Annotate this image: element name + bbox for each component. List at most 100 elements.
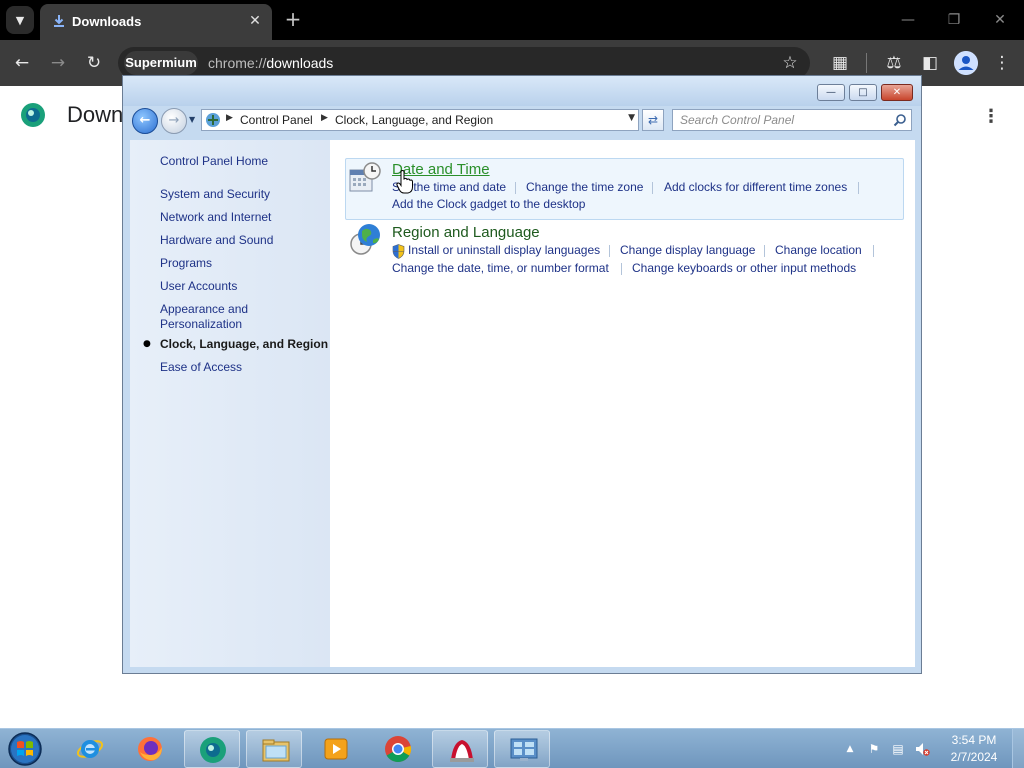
task-separator xyxy=(652,182,653,194)
cp-minimize-button[interactable]: — xyxy=(817,84,845,101)
current-item-bullet-icon: ● xyxy=(143,339,151,349)
breadcrumb-arrow-icon[interactable]: ▶ xyxy=(321,113,328,123)
address-dropdown-icon[interactable]: ▼ xyxy=(628,113,635,123)
action-center-flag-icon[interactable]: ⚑ xyxy=(866,741,882,757)
tray-expand-icon[interactable]: ▲ xyxy=(842,741,858,757)
control-panel-window: — □ ✕ ← → ▼ ▶ Control Panel ▶ Clock, Lan… xyxy=(122,75,922,674)
file-explorer-icon xyxy=(262,739,290,762)
sidebar-item-programs[interactable]: Programs xyxy=(160,256,212,271)
taskbar-chrome[interactable] xyxy=(370,730,426,768)
hand-cursor-icon xyxy=(396,170,413,194)
breadcrumb-control-panel[interactable]: Control Panel xyxy=(240,113,313,127)
reload-icon[interactable]: ↻ xyxy=(82,51,106,75)
labs-flask-icon[interactable]: ⚖ xyxy=(882,51,906,75)
calendar-clock-icon xyxy=(349,162,381,192)
taskbar-adobe-reader[interactable] xyxy=(432,730,488,768)
region-language-title-link[interactable]: Region and Language xyxy=(392,224,540,241)
sidebar-control-panel-home[interactable]: Control Panel Home xyxy=(160,154,268,169)
taskbar-file-explorer[interactable] xyxy=(246,730,302,768)
bookmark-star-icon[interactable]: ☆ xyxy=(778,51,802,75)
cp-navigation-bar: ← → ▼ ▶ Control Panel ▶ Clock, Language,… xyxy=(123,106,921,136)
taskbar-firefox[interactable] xyxy=(122,730,178,768)
url-scheme: chrome:// xyxy=(208,55,267,71)
cp-back-button[interactable]: ← xyxy=(132,108,158,134)
downloads-menu-icon[interactable]: ⋮ xyxy=(982,106,1000,127)
globe-clock-icon xyxy=(350,224,380,255)
breadcrumb-clock-language-region[interactable]: Clock, Language, and Region xyxy=(335,113,493,127)
profile-avatar-icon[interactable] xyxy=(954,51,978,75)
cp-forward-button[interactable]: → xyxy=(161,108,187,134)
task-separator xyxy=(609,245,610,257)
cp-refresh-button[interactable]: ⇄ xyxy=(642,109,664,131)
browser-tabstrip: ▼ Downloads ✕ + — ❐ ✕ xyxy=(0,0,1024,40)
task-add-clock-gadget[interactable]: Add the Clock gadget to the desktop xyxy=(392,197,585,211)
task-separator xyxy=(764,245,765,257)
cp-close-button[interactable]: ✕ xyxy=(881,84,913,101)
sidebar-item-network-internet[interactable]: Network and Internet xyxy=(160,210,271,225)
sidebar-item-user-accounts[interactable]: User Accounts xyxy=(160,279,237,294)
task-change-location[interactable]: Change location xyxy=(775,243,862,257)
control-panel-icon xyxy=(206,113,220,127)
tab-title: Downloads xyxy=(72,14,142,29)
sidebar-item-hardware-sound[interactable]: Hardware and Sound xyxy=(160,233,273,248)
taskbar-media-player[interactable] xyxy=(308,730,364,768)
taskbar-supermium[interactable] xyxy=(184,730,240,768)
taskbar-control-panel[interactable] xyxy=(494,730,550,768)
cp-search-input[interactable]: Search Control Panel xyxy=(672,109,912,131)
recent-pages-dropdown[interactable]: ▼ xyxy=(189,115,199,127)
tab-downloads[interactable]: Downloads ✕ xyxy=(40,4,272,40)
url-path: downloads xyxy=(266,55,334,71)
new-tab-button[interactable]: + xyxy=(282,8,304,30)
control-panel-icon xyxy=(510,738,538,761)
uac-shield-icon xyxy=(392,244,405,259)
task-separator xyxy=(621,263,622,275)
network-icon[interactable]: ▤ xyxy=(890,741,906,757)
sidebar-item-ease-of-access[interactable]: Ease of Access xyxy=(160,360,242,375)
toolbar-separator xyxy=(866,53,867,73)
start-orb-icon[interactable] xyxy=(6,731,44,767)
search-placeholder: Search Control Panel xyxy=(680,113,795,127)
forward-icon[interactable]: → xyxy=(46,51,70,75)
task-add-clocks[interactable]: Add clocks for different time zones xyxy=(664,180,847,194)
close-window-icon[interactable]: ✕ xyxy=(988,8,1012,32)
cp-address-bar[interactable]: ▶ Control Panel ▶ Clock, Language, and R… xyxy=(201,109,639,131)
side-panel-icon[interactable]: ◧ xyxy=(918,51,942,75)
breadcrumb-arrow-icon[interactable]: ▶ xyxy=(226,113,233,123)
download-icon xyxy=(54,15,64,27)
media-player-icon xyxy=(324,738,348,760)
supermium-icon xyxy=(200,737,226,763)
taskbar-clock-date[interactable]: 2/7/2024 xyxy=(944,750,1004,764)
site-chip[interactable]: Supermium xyxy=(124,51,198,75)
extensions-icon[interactable]: ▦ xyxy=(828,51,852,75)
downloads-page-title: Down xyxy=(67,102,124,127)
browser-menu-icon[interactable]: ⋮ xyxy=(990,51,1014,75)
sidebar-item-personalization[interactable]: Personalization xyxy=(160,317,242,332)
task-separator xyxy=(858,182,859,194)
task-change-display-language[interactable]: Change display language xyxy=(620,243,755,257)
url-text[interactable]: chrome://downloads xyxy=(208,55,333,71)
sidebar-item-appearance[interactable]: Appearance and xyxy=(160,302,248,317)
sidebar-item-clock-language-region: Clock, Language, and Region xyxy=(160,337,329,351)
task-install-languages[interactable]: Install or uninstall display languages xyxy=(408,243,600,257)
taskbar-internet-explorer[interactable] xyxy=(62,730,118,768)
tab-search-button[interactable]: ▼ xyxy=(6,6,34,34)
show-desktop-button[interactable] xyxy=(1012,729,1024,768)
cp-titlebar[interactable]: — □ ✕ xyxy=(123,76,921,106)
firefox-icon xyxy=(138,737,162,761)
sidebar-item-system-security[interactable]: System and Security xyxy=(160,187,270,202)
task-separator xyxy=(515,182,516,194)
chrome-icon xyxy=(385,736,412,763)
task-change-date-format[interactable]: Change the date, time, or number format xyxy=(392,261,609,275)
task-change-keyboards[interactable]: Change keyboards or other input methods xyxy=(632,261,856,275)
minimize-icon[interactable]: — xyxy=(896,8,920,32)
search-icon[interactable] xyxy=(893,113,907,127)
supermium-logo-icon xyxy=(21,103,45,127)
taskbar-clock-time[interactable]: 3:54 PM xyxy=(944,733,1004,747)
task-change-time-zone[interactable]: Change the time zone xyxy=(526,180,643,194)
cp-maximize-button[interactable]: □ xyxy=(849,84,877,101)
back-icon[interactable]: ← xyxy=(10,51,34,75)
restore-icon[interactable]: ❐ xyxy=(942,8,966,32)
volume-muted-icon[interactable] xyxy=(914,741,930,757)
tab-close-icon[interactable]: ✕ xyxy=(246,12,264,30)
task-separator xyxy=(873,245,874,257)
